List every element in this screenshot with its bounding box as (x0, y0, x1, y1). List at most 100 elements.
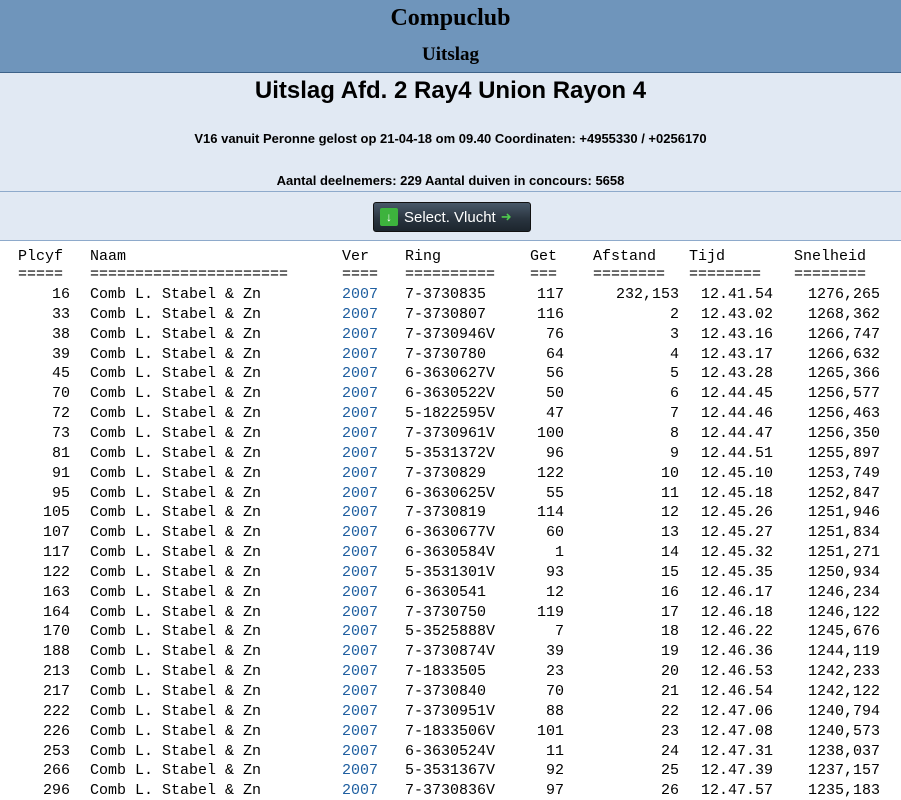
ver-link[interactable]: 2007 (342, 643, 384, 660)
cell-ring: 7-1833506V (405, 722, 496, 740)
ver-link[interactable]: 2007 (342, 703, 384, 720)
ver-link[interactable]: 2007 (342, 544, 384, 561)
ver-link[interactable]: 2007 (342, 365, 384, 382)
cell-ring: 6-3630625V (405, 484, 496, 502)
cell-snelheid: 1252,847 (807, 484, 880, 502)
cell-plcyf: 117 (42, 544, 70, 562)
header-separator-afstand: ======== (593, 266, 666, 283)
ver-link[interactable]: 2007 (342, 485, 384, 502)
cell-naam: Comb L. Stabel & Zn (90, 325, 262, 343)
result-title: Uitslag Afd. 2 Ray4 Union Rayon 4 (254, 77, 647, 104)
ver-link[interactable]: 2007 (342, 425, 384, 442)
ver-link[interactable]: 2007 (342, 604, 384, 621)
ver-link[interactable]: 2007 (342, 623, 384, 640)
ver-link[interactable]: 2007 (342, 762, 384, 779)
cell-ring: 7-3730836V (405, 782, 496, 800)
cell-snelheid: 1244,119 (807, 643, 880, 661)
cell-snelheid: 1237,157 (807, 762, 880, 780)
cell-tijd: 12.47.57 (700, 782, 773, 800)
cell-afstand: 16 (660, 583, 679, 601)
cell-naam: Comb L. Stabel & Zn (90, 742, 262, 760)
ver-link[interactable]: 2007 (342, 306, 384, 323)
cell-get: 97 (545, 782, 564, 800)
cell-ring: 7-3730951V (405, 702, 496, 720)
cell-snelheid: 1240,794 (807, 702, 880, 720)
cell-naam: Comb L. Stabel & Zn (90, 603, 262, 621)
table-row: 188 Comb L. Stabel & Zn 2007 7-3730874V 39 19… (0, 641, 901, 661)
table-row: 163 Comb L. Stabel & Zn 2007 6-3630541 12 16 1… (0, 582, 901, 602)
cell-plcyf: 226 (42, 722, 70, 740)
select-flight-button[interactable]: ↓ Select. Vlucht ➜ (373, 202, 531, 232)
cell-ring: 5-3525888V (405, 623, 496, 641)
cell-ring: 7-3730835 (405, 286, 487, 303)
ver-link[interactable]: 2007 (342, 346, 384, 363)
flight-details: V16 vanuit Peronne gelost op 21-04-18 om… (194, 131, 707, 146)
cell-snelheid: 1242,233 (807, 663, 880, 681)
cell-ring: 5-3531372V (405, 444, 496, 462)
ver-link[interactable]: 2007 (342, 465, 384, 482)
cell-get: 116 (536, 305, 564, 323)
cell-naam: Comb L. Stabel & Zn (90, 643, 262, 661)
ver-link[interactable]: 2007 (342, 326, 384, 343)
cell-afstand: 24 (660, 742, 679, 760)
cell-plcyf: 33 (51, 305, 70, 323)
cell-tijd: 12.47.08 (700, 722, 773, 740)
cell-tijd: 12.46.53 (700, 663, 773, 681)
column-header-ring: Ring (405, 248, 442, 265)
cell-snelheid: 1256,350 (807, 424, 880, 442)
ver-link[interactable]: 2007 (342, 663, 384, 680)
ver-link[interactable]: 2007 (342, 524, 384, 541)
cell-ring: 6-3630522V (405, 385, 496, 403)
cell-afstand: 26 (660, 782, 679, 800)
ver-link[interactable]: 2007 (342, 405, 384, 422)
cell-tijd: 12.45.18 (700, 484, 773, 502)
cell-naam: Comb L. Stabel & Zn (90, 524, 262, 542)
race-info-panel: Uitslag Afd. 2 Ray4 Union Rayon 4 V16 va… (0, 73, 901, 192)
cell-ring: 7-3730750 (405, 603, 487, 621)
cell-snelheid: 1245,676 (807, 623, 880, 641)
ver-link[interactable]: 2007 (342, 286, 384, 303)
cell-naam: Comb L. Stabel & Zn (90, 583, 262, 601)
cell-get: 1 (554, 544, 564, 562)
cell-ring: 6-3630677V (405, 524, 496, 542)
cell-get: 93 (545, 563, 564, 581)
table-row: 217 Comb L. Stabel & Zn 2007 7-3730840 70 21 1… (0, 681, 901, 701)
cell-get: 11 (545, 742, 564, 760)
table-row: 222 Comb L. Stabel & Zn 2007 7-3730951V 88 22… (0, 701, 901, 721)
cell-plcyf: 163 (42, 583, 70, 601)
cell-snelheid: 1250,934 (807, 563, 880, 581)
table-row: 38 Comb L. Stabel & Zn 2007 7-3730946V 76 3 12… (0, 324, 901, 344)
cell-tijd: 12.46.17 (700, 583, 773, 601)
table-row: 81 Comb L. Stabel & Zn 2007 5-3531372V 96 9 12… (0, 443, 901, 463)
ver-link[interactable]: 2007 (342, 385, 384, 402)
ver-link[interactable]: 2007 (342, 723, 384, 740)
cell-tijd: 12.46.36 (700, 643, 773, 661)
cell-snelheid: 1256,577 (807, 385, 880, 403)
cell-ring: 7-3730961V (405, 424, 496, 442)
cell-naam: Comb L. Stabel & Zn (90, 762, 262, 780)
cell-afstand: 22 (660, 702, 679, 720)
ver-link[interactable]: 2007 (342, 683, 384, 700)
cell-get: 39 (545, 643, 564, 661)
cell-tijd: 12.44.45 (700, 385, 773, 403)
cell-plcyf: 107 (42, 524, 70, 542)
cell-plcyf: 95 (51, 484, 70, 502)
cell-get: 70 (545, 683, 564, 700)
header-separator-plcyf: ===== (18, 266, 64, 283)
cell-snelheid: 1238,037 (807, 742, 880, 760)
cell-ring: 5-3531367V (405, 762, 496, 780)
ver-link[interactable]: 2007 (342, 743, 384, 760)
cell-get: 76 (545, 325, 564, 343)
download-icon: ↓ (380, 208, 398, 226)
ver-link[interactable]: 2007 (342, 584, 384, 601)
ver-link[interactable]: 2007 (342, 564, 384, 581)
cell-tijd: 12.43.17 (700, 345, 773, 363)
cell-plcyf: 39 (51, 345, 70, 363)
table-row: 170 Comb L. Stabel & Zn 2007 5-3525888V 7 18 1… (0, 621, 901, 641)
cell-snelheid: 1246,234 (807, 583, 880, 601)
cell-afstand: 23 (660, 722, 679, 740)
cell-ring: 7-3730819 (405, 504, 487, 522)
ver-link[interactable]: 2007 (342, 504, 384, 521)
ver-link[interactable]: 2007 (342, 445, 384, 462)
ver-link[interactable]: 2007 (342, 782, 384, 799)
